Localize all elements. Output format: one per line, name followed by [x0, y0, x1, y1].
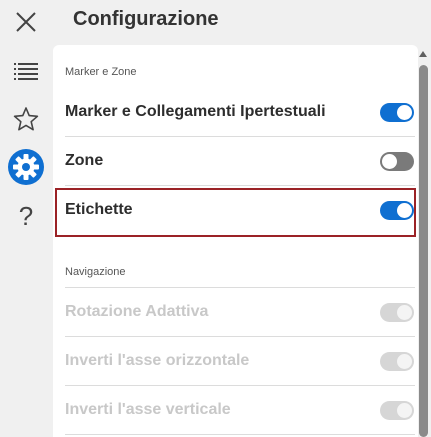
- page-title: Configurazione: [73, 8, 219, 30]
- help-button[interactable]: ?: [4, 196, 48, 236]
- side-rail: ?: [0, 0, 52, 437]
- setting-row-invert-horizontal: Inverti l'asse orizzontale: [65, 337, 415, 386]
- setting-row-markers-links[interactable]: Marker e Collegamenti Ipertestuali: [65, 88, 415, 137]
- list-icon: [14, 63, 38, 80]
- settings-button[interactable]: [4, 147, 48, 187]
- toggle-switch: [380, 351, 414, 371]
- setting-row-zones[interactable]: Zone: [65, 137, 415, 186]
- toggle-switch[interactable]: [380, 151, 414, 171]
- help-icon: ?: [18, 200, 34, 231]
- section-label-markers: Marker e Zone: [65, 66, 137, 78]
- setting-row-labels[interactable]: Etichette: [65, 186, 415, 234]
- close-icon: [16, 12, 36, 32]
- toggle-switch: [380, 400, 414, 420]
- setting-label: Inverti l'asse verticale: [65, 401, 231, 418]
- legend-button[interactable]: [4, 51, 48, 91]
- setting-row-adaptive-rotation: Rotazione Adattiva: [65, 288, 415, 337]
- setting-label: Etichette: [65, 201, 133, 218]
- setting-label: Rotazione Adattiva: [65, 303, 209, 320]
- favorites-button[interactable]: [4, 99, 48, 139]
- toggle-switch[interactable]: [380, 200, 414, 220]
- close-button[interactable]: [4, 2, 48, 42]
- scrollbar-thumb[interactable]: [419, 65, 428, 437]
- star-icon: [13, 107, 39, 131]
- section-label-navigation: Navigazione: [65, 266, 126, 278]
- setting-row-invert-vertical: Inverti l'asse verticale: [65, 386, 415, 435]
- toggle-switch: [380, 302, 414, 322]
- section-divider: [65, 287, 415, 288]
- setting-label: Marker e Collegamenti Ipertestuali: [65, 103, 326, 120]
- settings-panel: Marker e Zone Marker e Collegamenti Iper…: [53, 45, 418, 437]
- setting-label: Inverti l'asse orizzontale: [65, 352, 250, 369]
- setting-label: Zone: [65, 152, 104, 169]
- toggle-switch[interactable]: [380, 102, 414, 122]
- gear-icon: [8, 149, 44, 185]
- scrollbar[interactable]: [418, 45, 429, 437]
- scroll-up-arrow-icon[interactable]: [419, 51, 427, 57]
